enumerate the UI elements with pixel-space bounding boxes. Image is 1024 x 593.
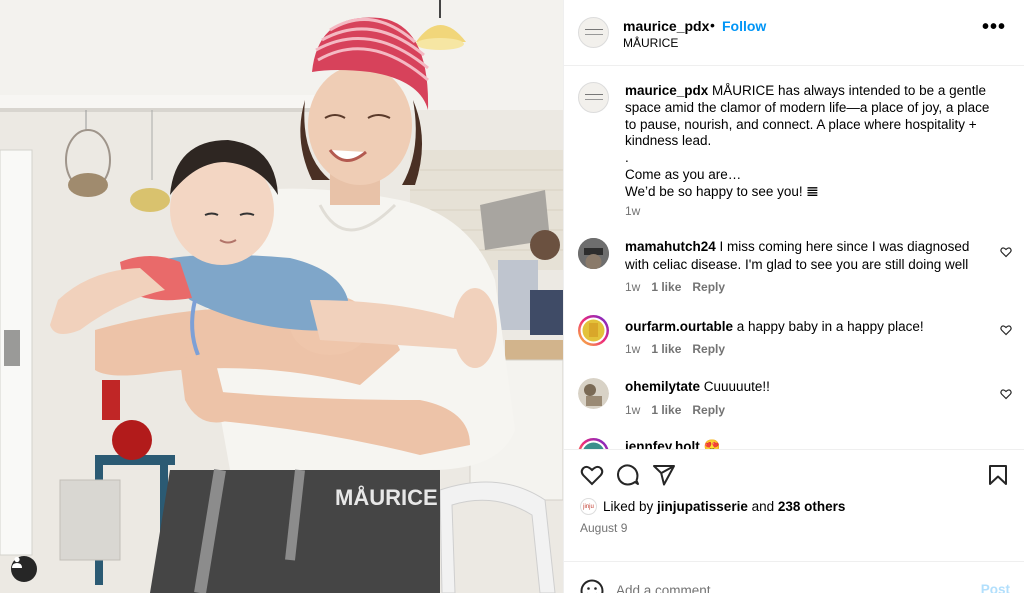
comment-avatar[interactable] bbox=[578, 238, 609, 269]
post-header: maurice_pdx • Follow MÅURICE ••• bbox=[564, 0, 1024, 66]
more-options-icon[interactable]: ••• bbox=[982, 17, 1006, 37]
caption-avatar[interactable] bbox=[578, 82, 609, 113]
caption-text: maurice_pdx MÅURICE has always intended … bbox=[625, 83, 993, 201]
reply-button[interactable]: Reply bbox=[692, 280, 725, 294]
comment-body: 😍 bbox=[699, 439, 721, 450]
comments-list[interactable]: maurice_pdx MÅURICE has always intended … bbox=[564, 66, 1024, 450]
reply-button[interactable]: Reply bbox=[692, 342, 725, 356]
comment-username[interactable]: jennfey.holt bbox=[625, 439, 700, 449]
heart-icon[interactable] bbox=[580, 463, 604, 487]
post-actions: jinju Liked by jinjupatisserie and 238 o… bbox=[564, 450, 1024, 562]
emoji-icon[interactable] bbox=[580, 579, 604, 593]
comment-time[interactable]: 1w bbox=[625, 280, 640, 294]
comment-icon[interactable] bbox=[616, 463, 640, 487]
bookmark-icon[interactable] bbox=[986, 463, 1010, 487]
liked-by: jinju Liked by jinjupatisserie and 238 o… bbox=[580, 498, 845, 515]
comment-input[interactable] bbox=[616, 574, 956, 593]
comment-avatar[interactable] bbox=[578, 378, 609, 409]
comment-heart-icon[interactable] bbox=[1000, 246, 1012, 258]
comment-avatar[interactable] bbox=[578, 315, 609, 346]
apron-print: MÅURICE bbox=[335, 484, 438, 510]
caption-username[interactable]: maurice_pdx bbox=[625, 83, 708, 98]
comment-username[interactable]: ohemilytate bbox=[625, 379, 700, 394]
post-location[interactable]: MÅURICE bbox=[623, 36, 678, 50]
comment-text: mamahutch24 I miss coming here since I w… bbox=[625, 238, 980, 273]
user-tag-button[interactable] bbox=[11, 556, 37, 582]
add-comment-bar: Post bbox=[564, 562, 1024, 593]
comment-text: jennfey.holt 😍 bbox=[625, 438, 980, 450]
comment-likes[interactable]: 1 like bbox=[651, 403, 681, 417]
comment-meta: 1w 1 like Reply bbox=[625, 280, 736, 294]
comment-time[interactable]: 1w bbox=[625, 342, 640, 356]
liked-by-prefix: Liked by bbox=[603, 499, 658, 514]
comment-heart-icon[interactable] bbox=[1000, 388, 1012, 400]
post-comment-button[interactable]: Post bbox=[981, 582, 1010, 593]
follow-button[interactable]: Follow bbox=[722, 18, 766, 34]
comment-username[interactable]: ourfarm.ourtable bbox=[625, 319, 733, 334]
instagram-post-modal: MÅURICE maurice_pdx • Follow MÅURICE •••… bbox=[0, 0, 1024, 593]
reply-button[interactable]: Reply bbox=[692, 403, 725, 417]
comment-meta: 1w 1 like Reply bbox=[625, 342, 736, 356]
photo-illustration: MÅURICE bbox=[0, 0, 563, 593]
liked-by-avatar[interactable]: jinju bbox=[580, 498, 597, 515]
post-date[interactable]: August 9 bbox=[580, 521, 627, 535]
comment-heart-icon[interactable] bbox=[1000, 324, 1012, 336]
comment-text: ohemilytate Cuuuuute!! bbox=[625, 378, 980, 396]
comment-likes[interactable]: 1 like bbox=[651, 280, 681, 294]
user-tag-icon bbox=[12, 556, 22, 568]
comment-likes[interactable]: 1 like bbox=[651, 342, 681, 356]
liked-by-mid: and bbox=[747, 499, 778, 514]
author-username[interactable]: maurice_pdx bbox=[623, 18, 709, 34]
comment-meta: 1w 1 like Reply bbox=[625, 403, 736, 417]
post-photo: MÅURICE bbox=[0, 0, 563, 593]
comment-username[interactable]: mamahutch24 bbox=[625, 239, 716, 254]
liked-by-text: Liked by jinjupatisserie and 238 others bbox=[603, 499, 845, 514]
post-side-panel: maurice_pdx • Follow MÅURICE ••• maurice… bbox=[563, 0, 1024, 593]
caption-time[interactable]: 1w bbox=[625, 204, 640, 218]
author-avatar[interactable] bbox=[578, 17, 609, 48]
liked-by-user[interactable]: jinjupatisserie bbox=[657, 499, 748, 514]
comment-avatar[interactable] bbox=[578, 438, 609, 449]
comment-text: ourfarm.ourtable a happy baby in a happy… bbox=[625, 318, 980, 336]
caption-body: MÅURICE has always intended to be a gent… bbox=[625, 83, 990, 199]
comment-body: a happy baby in a happy place! bbox=[733, 319, 924, 334]
comment-body: Cuuuuute!! bbox=[700, 379, 770, 394]
comment-time[interactable]: 1w bbox=[625, 403, 640, 417]
share-icon[interactable] bbox=[652, 463, 676, 487]
liked-by-others[interactable]: 238 others bbox=[778, 499, 846, 514]
separator-dot: • bbox=[710, 17, 715, 33]
